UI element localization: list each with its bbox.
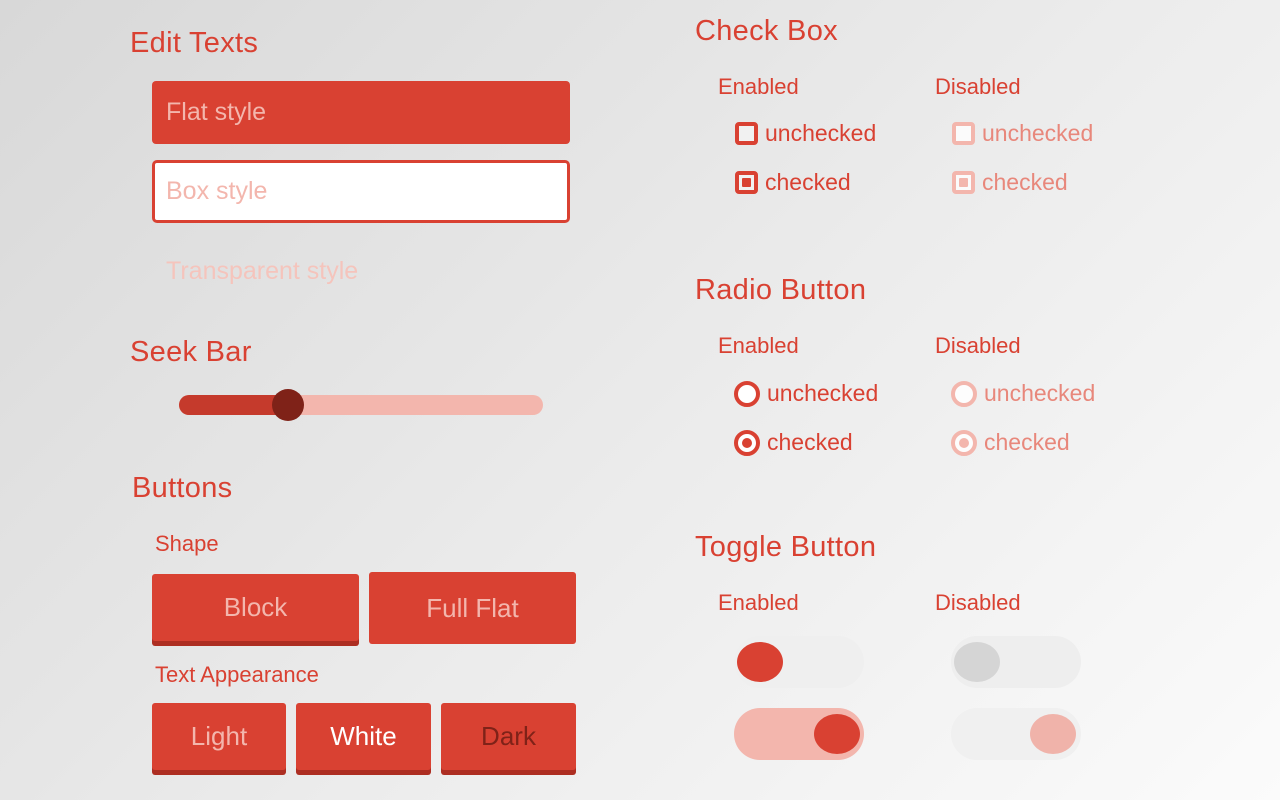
- radio-checked-icon: [951, 429, 977, 456]
- radio-disabled-unchecked: unchecked: [951, 380, 1095, 407]
- toggle-knob: [737, 642, 783, 682]
- seek-bar-title: Seek Bar: [130, 336, 252, 368]
- checkbox-icon[interactable]: [735, 122, 758, 145]
- checkbox-label: checked: [765, 169, 851, 195]
- radio-checked-icon[interactable]: [734, 429, 760, 456]
- toggle-disabled-label: Disabled: [935, 590, 1021, 615]
- checkbox-enabled-checked[interactable]: checked: [735, 169, 851, 196]
- checkbox-label: unchecked: [765, 120, 877, 146]
- buttons-title: Buttons: [132, 472, 233, 504]
- toggle-knob: [954, 642, 1000, 682]
- radio-icon: [951, 380, 977, 407]
- seek-bar-thumb[interactable]: [272, 389, 305, 421]
- radio-label: unchecked: [984, 380, 1096, 406]
- full-flat-button[interactable]: Full Flat: [369, 572, 576, 644]
- radio-disabled-checked: checked: [951, 429, 1070, 456]
- toggle-disabled-on: [951, 708, 1081, 760]
- block-button[interactable]: Block: [152, 574, 359, 641]
- checkbox-disabled-label: Disabled: [935, 74, 1021, 99]
- radio-label: checked: [767, 429, 853, 455]
- edit-texts-title: Edit Texts: [130, 27, 259, 59]
- radio-enabled-label: Enabled: [718, 333, 799, 358]
- checkbox-label: checked: [982, 169, 1068, 195]
- toggle-enabled-label: Enabled: [718, 590, 799, 615]
- radio-button-title: Radio Button: [695, 274, 867, 306]
- toggle-enabled-on[interactable]: [734, 708, 864, 760]
- toggle-enabled-off[interactable]: [734, 636, 864, 688]
- checkbox-enabled-unchecked[interactable]: unchecked: [735, 120, 876, 147]
- transparent-style-input[interactable]: [152, 240, 570, 303]
- radio-icon[interactable]: [734, 380, 760, 407]
- toggle-button-title: Toggle Button: [695, 531, 877, 563]
- checkbox-enabled-label: Enabled: [718, 74, 799, 99]
- checkbox-checked-icon[interactable]: [735, 171, 758, 194]
- dark-button[interactable]: Dark: [441, 703, 576, 770]
- light-button[interactable]: Light: [152, 703, 286, 770]
- toggle-knob: [814, 714, 860, 754]
- toggle-knob: [1030, 714, 1076, 754]
- flat-style-input[interactable]: [152, 81, 570, 144]
- check-box-title: Check Box: [695, 15, 838, 47]
- checkbox-label: unchecked: [982, 120, 1094, 146]
- radio-enabled-unchecked[interactable]: unchecked: [734, 380, 878, 407]
- box-style-input[interactable]: [152, 160, 570, 223]
- text-appearance-label: Text Appearance: [155, 662, 319, 687]
- radio-enabled-checked[interactable]: checked: [734, 429, 853, 456]
- checkbox-checked-icon: [952, 171, 975, 194]
- radio-disabled-label: Disabled: [935, 333, 1021, 358]
- checkbox-disabled-unchecked: unchecked: [952, 120, 1093, 147]
- checkbox-icon: [952, 122, 975, 145]
- toggle-disabled-off: [951, 636, 1081, 688]
- white-button[interactable]: White: [296, 703, 431, 770]
- shape-label: Shape: [155, 531, 219, 556]
- checkbox-disabled-checked: checked: [952, 169, 1068, 196]
- radio-label: checked: [984, 429, 1070, 455]
- radio-label: unchecked: [767, 380, 879, 406]
